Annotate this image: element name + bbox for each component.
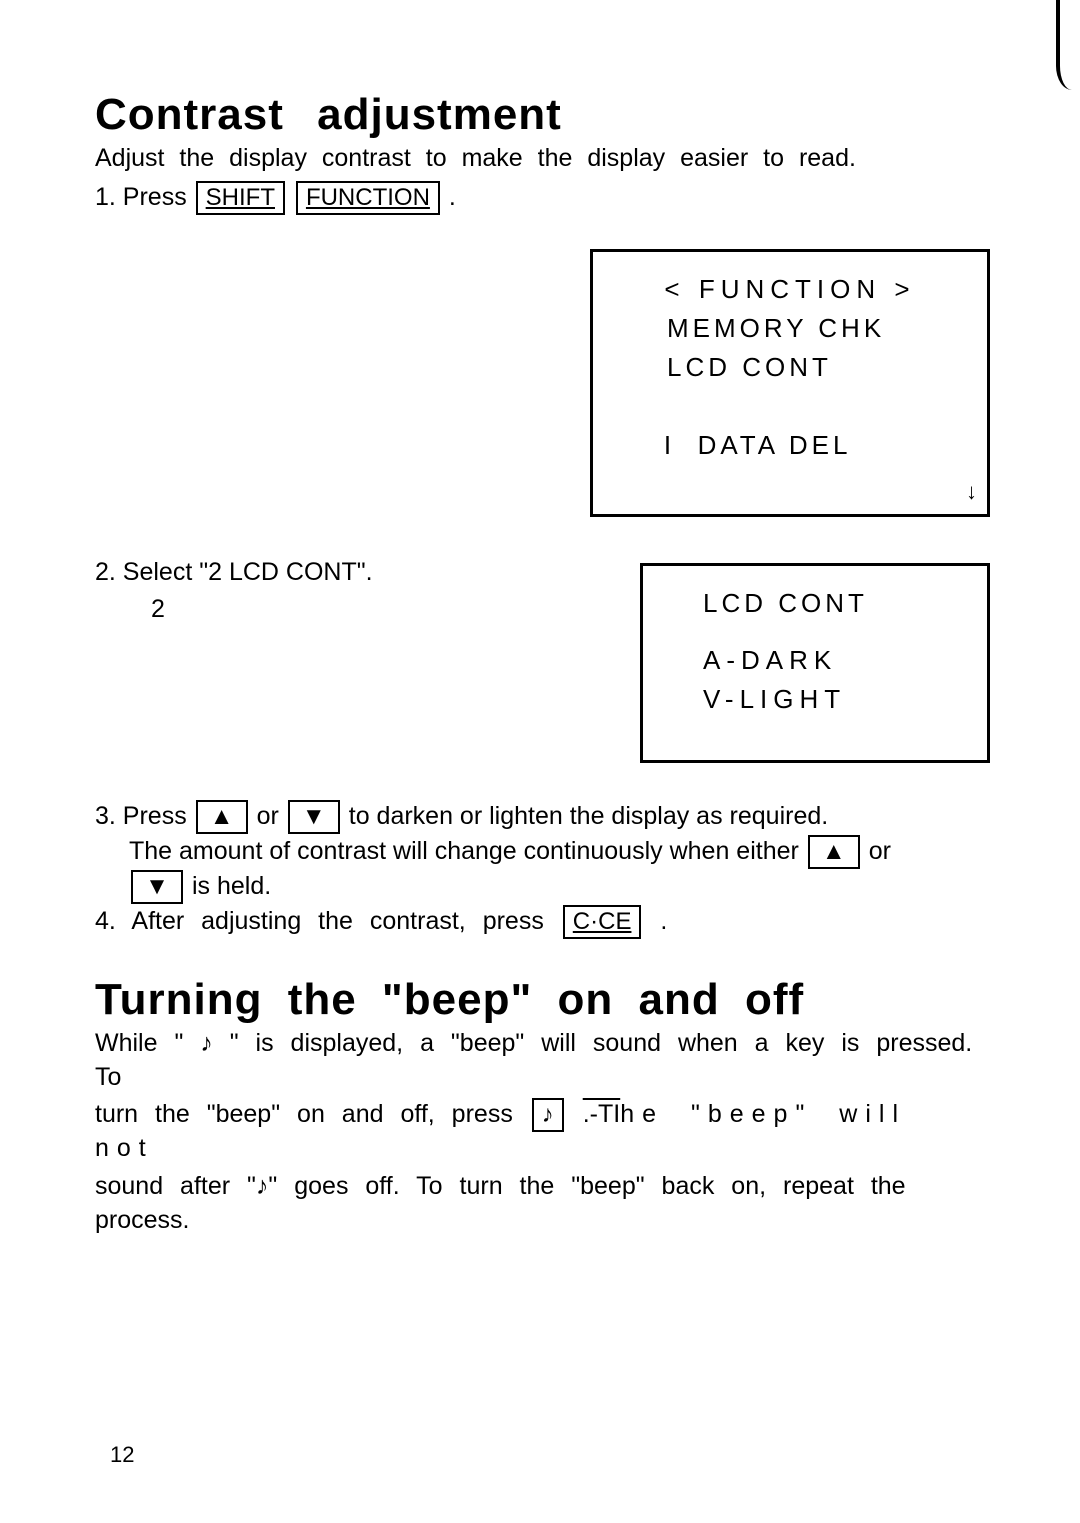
screen1-down-arrow-icon: ↓ xyxy=(966,475,977,508)
page-number: 12 xyxy=(110,1442,134,1468)
step3-mid1: or xyxy=(257,802,286,830)
step3-line2b: or xyxy=(869,837,891,865)
step-3-line2: The amount of contrast will change conti… xyxy=(95,834,990,869)
screen1-heading: < FUNCTION > xyxy=(619,270,961,309)
beep-p2a: turn the "beep" on and off, press xyxy=(95,1100,530,1128)
step3-pre: 3. Press xyxy=(95,802,194,830)
lcd-screen-contrast: LCD CONT A-DARK V-LIGHT xyxy=(640,563,990,763)
beep-p1b: " is displayed, a "beep" will sound when… xyxy=(95,1029,972,1091)
screen2-l3: V-LIGHT xyxy=(669,680,961,719)
heading-contrast: Contrast adjustment xyxy=(95,90,990,140)
step3-line2a: The amount of contrast will change conti… xyxy=(129,837,806,865)
step-3-line1: 3. Press ▲ or ▼ to darken or lighten the… xyxy=(95,799,990,834)
beep-line2: turn the "beep" on and off, press ♪ .-TI… xyxy=(95,1098,990,1166)
beep-line3: sound after "♪" goes off. To turn the "b… xyxy=(95,1170,990,1238)
intro-text: Adjust the display contrast to make the … xyxy=(95,142,990,176)
key-shift: SHIFT xyxy=(196,181,285,215)
key-function: FUNCTION xyxy=(296,181,440,215)
screen2-l1: LCD CONT xyxy=(669,584,961,623)
key-cce: C·CE xyxy=(563,905,642,939)
beep-ocr-fragment: .-TI xyxy=(583,1100,621,1128)
step1-pre: 1. Press xyxy=(95,183,194,211)
heading-beep: Turning the "beep" on and off xyxy=(95,975,990,1025)
screen1-l3: DATA DEL xyxy=(698,430,852,460)
key-note-icon: ♪ xyxy=(532,1098,564,1132)
key-up-arrow-icon: ▲ xyxy=(196,800,248,834)
screen1-l3-row: I DATA DEL xyxy=(619,387,961,504)
step-3-line3: ▼ is held. xyxy=(95,869,990,904)
key-up-arrow-icon-2: ▲ xyxy=(808,835,860,869)
key-down-arrow-icon-2: ▼ xyxy=(131,870,183,904)
key-down-arrow-icon: ▼ xyxy=(288,800,340,834)
step-1: 1. Press SHIFT FUNCTION . xyxy=(95,180,990,215)
screen1-l2: LCD CONT xyxy=(619,348,961,387)
step4-pre: 4. After adjusting the contrast, press xyxy=(95,907,561,935)
screen1-l3-prefix: I xyxy=(664,430,698,460)
beep-line1: While " ♪ " is displayed, a "beep" will … xyxy=(95,1027,990,1095)
screen2-l2: A-DARK xyxy=(669,641,961,680)
scan-binding-mark xyxy=(1056,0,1072,90)
step-2-number: 2 xyxy=(95,592,640,627)
step3-mid2: to darken or lighten the display as requ… xyxy=(349,802,828,830)
lcd-screen-function-menu: < FUNCTION > MEMORY CHK LCD CONT I DATA … xyxy=(590,249,990,517)
beep-p1a: While " xyxy=(95,1029,200,1057)
screen1-l1: MEMORY CHK xyxy=(619,309,961,348)
step-2: 2. Select "2 LCD CONT". xyxy=(95,555,640,590)
step3-line3-text: is held. xyxy=(192,872,271,900)
step-4: 4. After adjusting the contrast, press C… xyxy=(95,904,990,939)
beep-p3a: sound after " xyxy=(95,1172,256,1200)
note-icon: ♪ xyxy=(200,1029,213,1057)
note-icon-2: ♪ xyxy=(256,1172,269,1200)
